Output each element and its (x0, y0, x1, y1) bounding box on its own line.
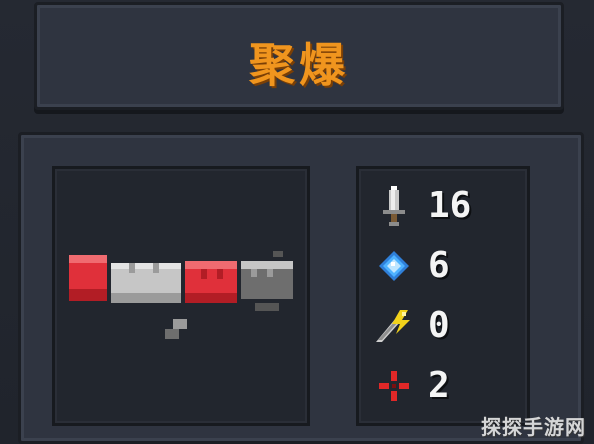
stat-value-spread: 2 (428, 365, 450, 406)
stat-value-crit: 0 (428, 305, 450, 346)
weapon-title-panel: 聚爆 (34, 2, 564, 110)
sword-icon (372, 184, 416, 228)
weapon-preview-box (52, 166, 310, 426)
stat-value-damage: 16 (428, 185, 472, 226)
blue-crystal-icon (372, 244, 416, 288)
explosive-launcher-icon (69, 251, 293, 339)
red-crosshair-icon (372, 364, 416, 408)
weapon-info-screen: 聚爆 16 6 0 2 探探手游网 (0, 0, 594, 444)
stat-value-energy: 6 (428, 245, 450, 286)
stat-damage: 16 (372, 184, 522, 228)
stat-spread: 2 (372, 364, 522, 408)
stat-energy: 6 (372, 244, 522, 288)
weapon-name: 聚爆 (249, 38, 349, 92)
site-watermark: 探探手游网 (481, 415, 586, 439)
knife-lightning-icon (372, 304, 416, 348)
stat-crit: 0 (372, 304, 522, 348)
